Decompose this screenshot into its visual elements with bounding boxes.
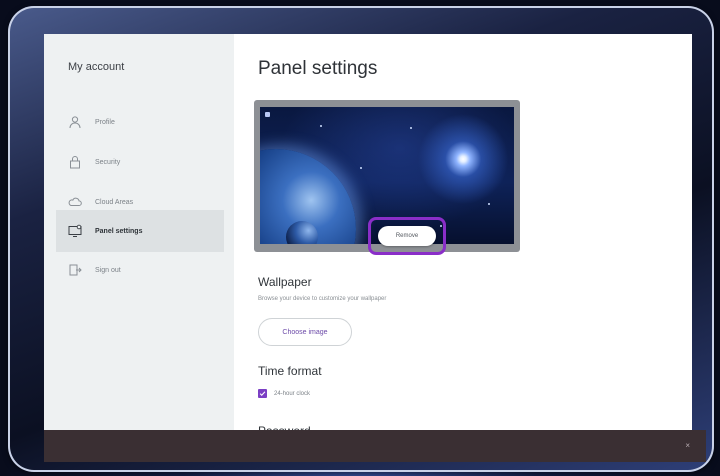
sidebar-item-label: Profile xyxy=(95,118,115,126)
sidebar-item-label: Sign out xyxy=(95,266,121,274)
choose-image-button[interactable]: Choose image xyxy=(258,318,352,346)
cloud-icon xyxy=(68,195,82,209)
panel-settings-icon xyxy=(68,224,82,238)
star xyxy=(360,167,362,169)
sidebar-item-sign-out[interactable]: Sign out xyxy=(56,250,224,290)
main-content: Panel settings Remove Wallpaper Browse y… xyxy=(234,34,692,462)
wallpaper-preview: Remove xyxy=(254,100,520,255)
24-hour-checkbox[interactable] xyxy=(258,389,267,398)
sidebar-item-label: Panel settings xyxy=(95,227,143,235)
settings-screen: My account Profile Security Cloud Areas … xyxy=(44,34,692,462)
corner-app-icon xyxy=(265,112,270,117)
sidebar-item-label: Cloud Areas xyxy=(95,198,134,206)
close-icon[interactable]: × xyxy=(685,441,690,450)
time-format-section-title: Time format xyxy=(258,364,322,378)
sign-out-icon xyxy=(68,263,82,277)
bottom-bar: × xyxy=(44,430,706,462)
lock-icon xyxy=(68,155,82,169)
sidebar-item-label: Security xyxy=(95,158,121,166)
wallpaper-description: Browse your device to customize your wal… xyxy=(258,296,387,302)
star xyxy=(320,125,322,127)
checkbox-label: 24-hour clock xyxy=(274,390,311,397)
sidebar-title: My account xyxy=(68,61,125,73)
remove-wallpaper-button[interactable]: Remove xyxy=(378,226,436,246)
sidebar-item-panel-settings[interactable]: Panel settings xyxy=(56,210,224,252)
sidebar-item-profile[interactable]: Profile xyxy=(56,102,224,142)
sidebar-item-security[interactable]: Security xyxy=(56,142,224,182)
star xyxy=(488,203,490,205)
person-icon xyxy=(68,115,82,129)
time-format-option[interactable]: 24-hour clock xyxy=(258,389,310,398)
star xyxy=(410,127,412,129)
remove-button-highlight: Remove xyxy=(368,217,446,255)
wallpaper-section-title: Wallpaper xyxy=(258,275,312,289)
checkmark-icon xyxy=(259,391,266,397)
page-title: Panel settings xyxy=(258,58,378,79)
sidebar: My account Profile Security Cloud Areas … xyxy=(44,34,234,462)
